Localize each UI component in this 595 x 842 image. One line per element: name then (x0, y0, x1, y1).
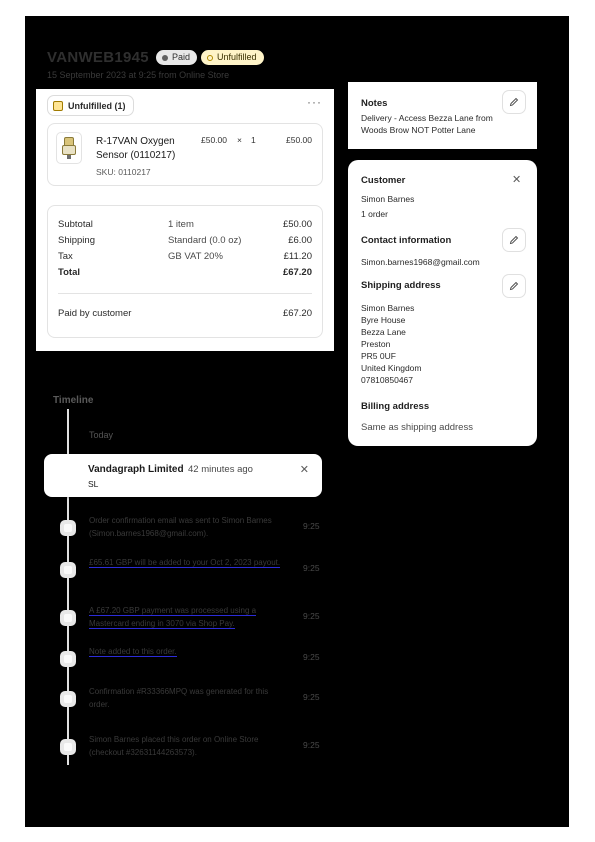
edit-notes-button[interactable] (503, 91, 525, 113)
address-line: Simon Barnes (361, 303, 415, 313)
summary-label: Shipping (58, 235, 95, 246)
summary-detail: Standard (0.0 oz) (168, 235, 242, 246)
event-marker-icon (60, 562, 76, 578)
payment-status-badge: Paid (156, 50, 198, 65)
event-time: 9:25 (303, 611, 320, 621)
pencil-icon (509, 281, 519, 291)
shipping-address-title: Shipping address (361, 280, 441, 291)
event-marker-icon (60, 691, 76, 707)
event-time: 9:25 (303, 652, 320, 662)
event-marker-icon (60, 651, 76, 667)
unfulfilled-label: Unfulfilled (217, 52, 257, 62)
customer-email-link[interactable]: Simon.barnes1968@gmail.com (361, 256, 480, 268)
payment-summary: Subtotal 1 item £50.00 Shipping Standard… (47, 205, 323, 338)
fulfillment-box-icon (53, 100, 63, 111)
summary-detail: 1 item (168, 219, 194, 230)
multiply-sign: × (237, 135, 242, 145)
event-link[interactable]: A £67.20 GBP payment was processed using… (89, 606, 257, 629)
customer-card: Customer ✕ Simon Barnes 1 order Contact … (348, 160, 537, 446)
paid-by-customer-value: £67.20 (282, 308, 312, 319)
paid-by-customer-label: Paid by customer (58, 308, 132, 319)
contact-info-title: Contact information (361, 235, 452, 246)
order-details-card: Unfulfilled (1) ··· R-17VAN Oxygen Senso… (36, 89, 334, 351)
event-time: 9:25 (303, 740, 320, 750)
customer-name-link[interactable]: Simon Barnes (361, 193, 414, 205)
order-date-source: 15 September 2023 at 9:25 from Online St… (47, 70, 230, 80)
edit-shipping-button[interactable] (503, 275, 525, 297)
divider (58, 293, 312, 294)
summary-value: £50.00 (282, 219, 312, 230)
summary-row-total: Total £67.20 (58, 267, 312, 281)
event-time: 9:25 (303, 563, 320, 573)
address-line: Byre House (361, 315, 406, 325)
timeline-today-label: Today (89, 430, 114, 440)
paid-label: Paid (172, 52, 191, 62)
product-sku: SKU: 0110217 (96, 167, 151, 177)
notes-text: Delivery - Access Bezza Lane from Woods … (361, 113, 493, 135)
close-icon[interactable]: ✕ (300, 463, 309, 476)
event-time: 9:25 (303, 521, 320, 531)
summary-row-tax: Tax GB VAT 20% £11.20 (58, 251, 312, 265)
line-item: R-17VAN Oxygen Sensor (0110217) SKU: 011… (47, 123, 323, 186)
fulfillment-status-badge: Unfulfilled (201, 50, 264, 65)
event-text: Simon Barnes placed this order on Online… (89, 735, 259, 757)
more-actions-icon[interactable]: ··· (307, 95, 322, 109)
summary-value: £11.20 (283, 251, 312, 262)
event-marker-icon (60, 739, 76, 755)
product-name-link[interactable]: R-17VAN Oxygen Sensor (0110217) (96, 135, 186, 163)
summary-label: Subtotal (58, 219, 93, 230)
event-text: Confirmation #R33366MPQ was generated fo… (89, 687, 269, 709)
event-text: Order confirmation email was sent to Sim… (89, 516, 272, 538)
quantity: 1 (251, 135, 256, 145)
address-line: PR5 0UF (361, 351, 396, 361)
event-marker-icon (60, 520, 76, 536)
unfulfilled-section-badge: Unfulfilled (1) (47, 95, 134, 116)
customer-order-count[interactable]: 1 order (361, 208, 388, 220)
comment-author: Vandagraph Limited (88, 464, 184, 475)
timeline-comment: Vandagraph Limited 42 minutes ago SL ✕ (44, 454, 322, 497)
summary-label: Total (58, 267, 80, 278)
comment-time: 42 minutes ago (188, 464, 253, 475)
summary-detail: GB VAT 20% (168, 251, 223, 262)
unfulfilled-dot-icon (207, 54, 213, 61)
product-thumbnail[interactable] (56, 132, 82, 164)
address-line: United Kingdom (361, 363, 422, 373)
event-link[interactable]: £65.61 GBP will be added to your Oct 2, … (89, 558, 281, 568)
notes-card: Notes Delivery - Access Bezza Lane from … (348, 82, 537, 149)
timeline-title: Timeline (53, 395, 94, 406)
unit-price: £50.00 (201, 135, 227, 145)
address-line: Bezza Lane (361, 327, 406, 337)
event-marker-icon (60, 610, 76, 626)
event-text[interactable]: Note added to this order. (89, 645, 289, 658)
event-link[interactable]: Note added to this order. (89, 647, 177, 657)
billing-address-title: Billing address (361, 401, 430, 412)
address-line: Preston (361, 339, 391, 349)
summary-label: Tax (58, 251, 73, 262)
close-icon[interactable]: ✕ (512, 173, 521, 186)
summary-row-subtotal: Subtotal 1 item £50.00 (58, 219, 312, 233)
summary-row-paid: Paid by customer £67.20 (58, 308, 312, 322)
event-text[interactable]: A £67.20 GBP payment was processed using… (89, 604, 289, 630)
oxygen-sensor-image (62, 137, 76, 159)
comment-text: SL (88, 479, 99, 489)
event-time: 9:25 (303, 692, 320, 702)
unfulfilled-count-label: Unfulfilled (1) (68, 100, 126, 111)
order-number: VANWEB1945 (47, 49, 149, 66)
paid-dot-icon (162, 54, 168, 61)
edit-contact-button[interactable] (503, 229, 525, 251)
billing-address-text: Same as shipping address (361, 422, 473, 433)
event-text[interactable]: £65.61 GBP will be added to your Oct 2, … (89, 556, 289, 569)
pencil-icon (509, 235, 519, 245)
customer-title: Customer (361, 175, 406, 186)
summary-value: £67.20 (282, 267, 312, 278)
pencil-icon (509, 97, 519, 107)
address-phone: 07810850467 (361, 375, 414, 385)
line-total: £50.00 (286, 135, 312, 145)
notes-title: Notes (361, 98, 388, 109)
summary-row-shipping: Shipping Standard (0.0 oz) £6.00 (58, 235, 312, 249)
summary-value: £6.00 (288, 235, 312, 246)
